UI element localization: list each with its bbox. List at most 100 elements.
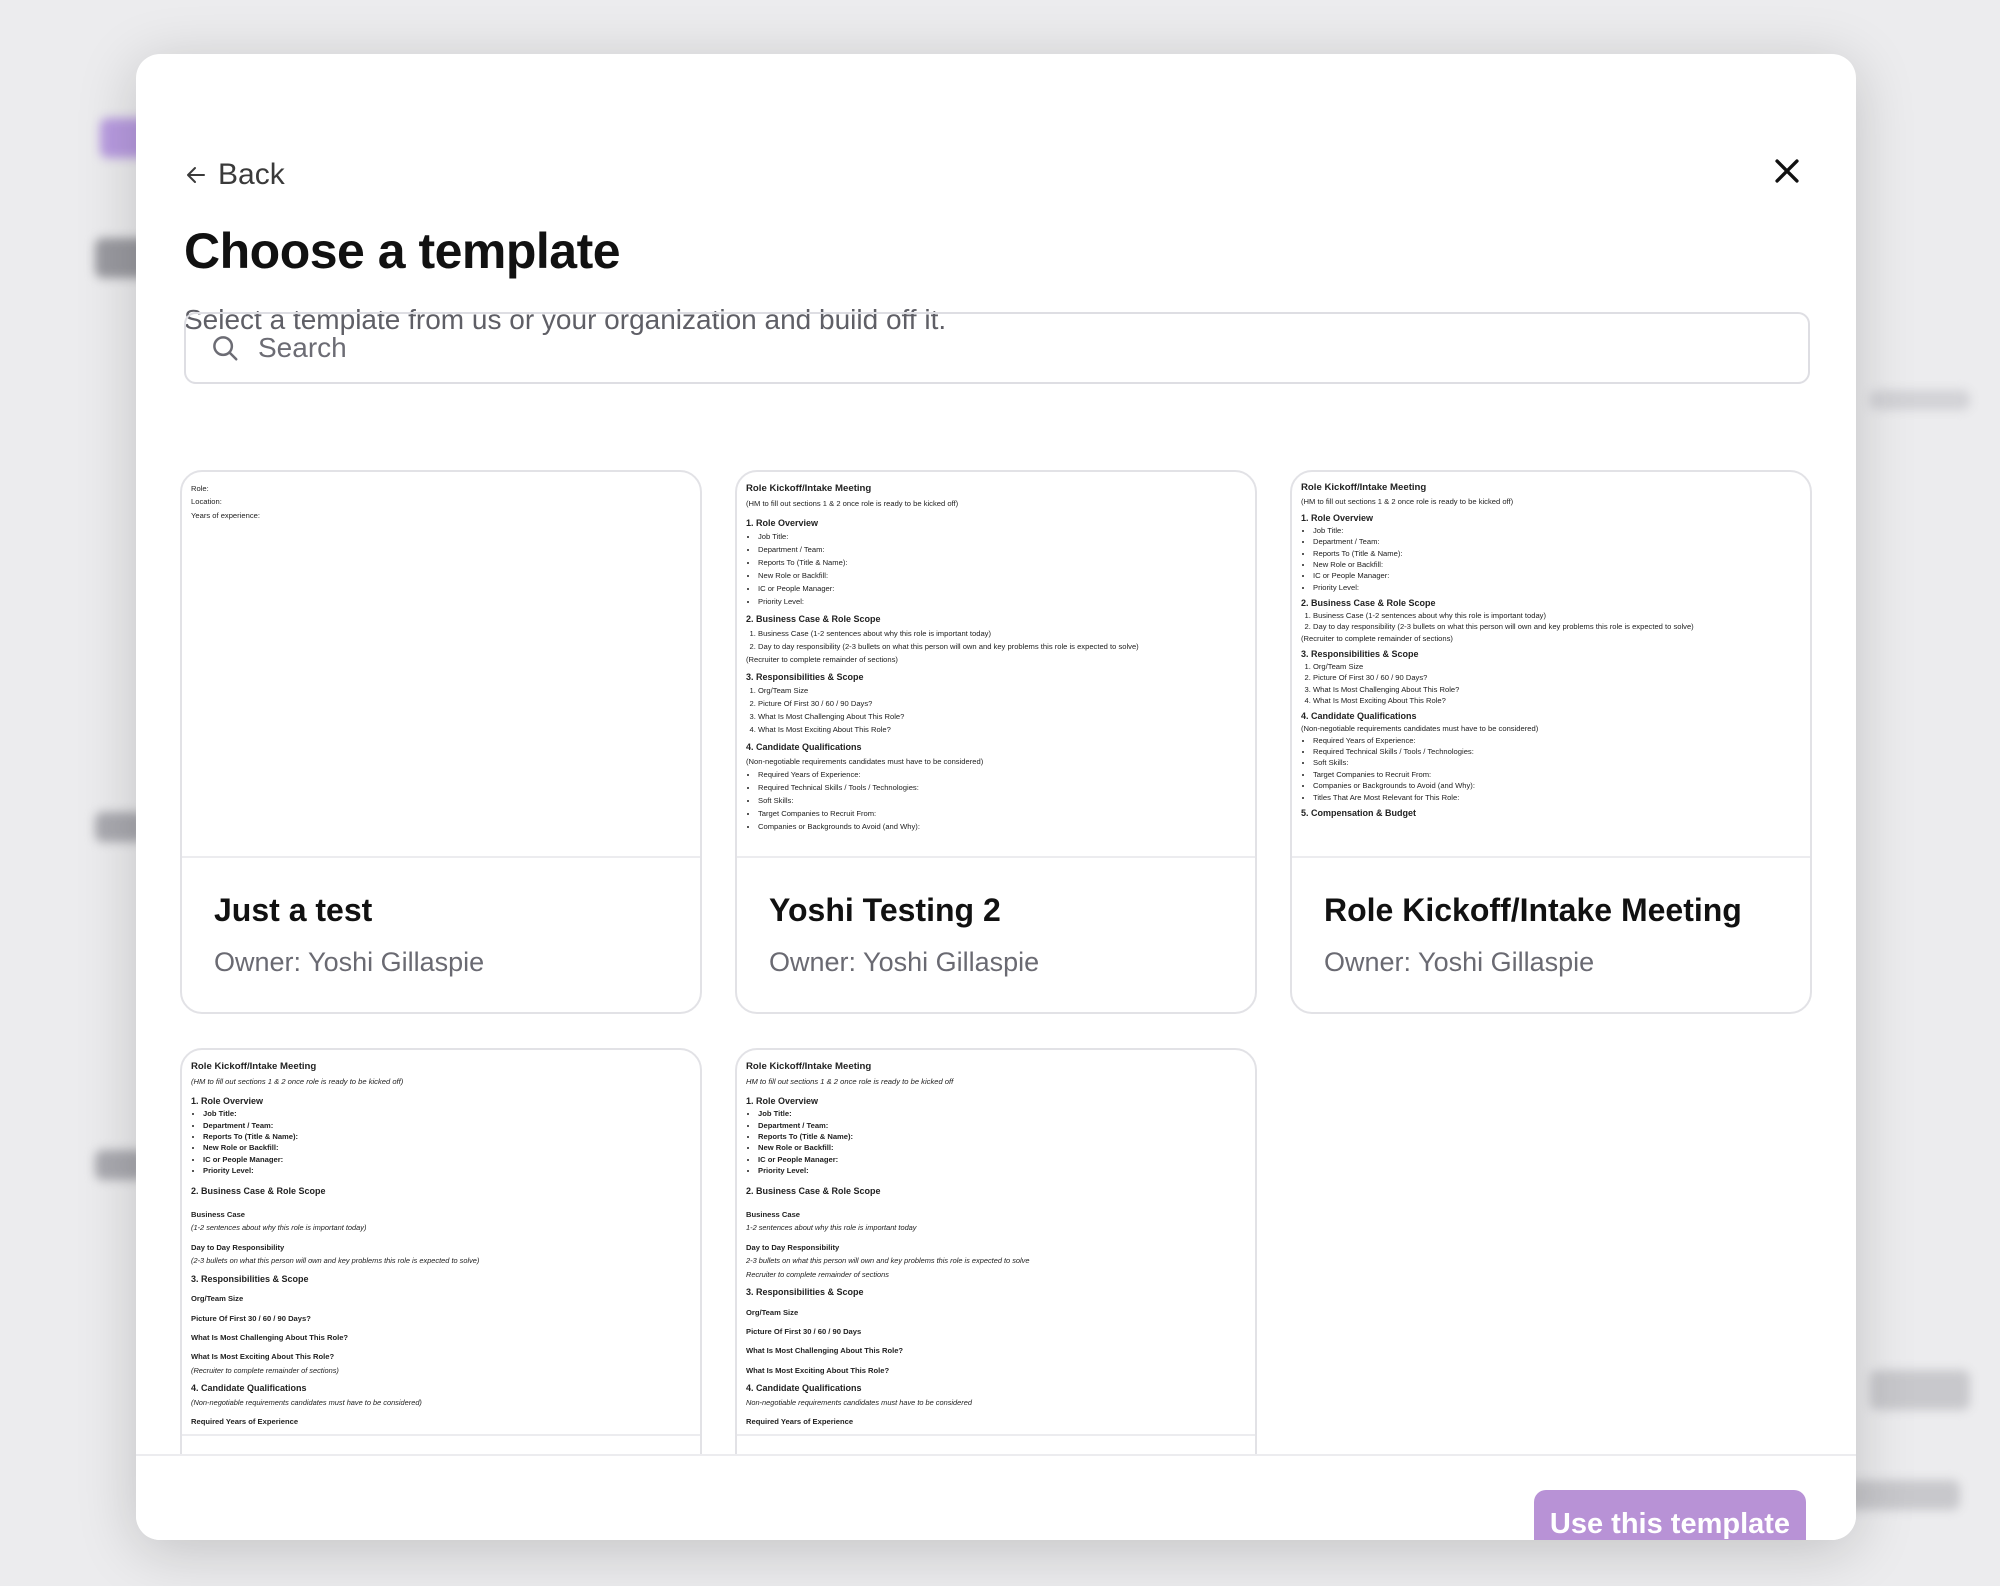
preview-item: Department / Team: xyxy=(1313,536,1801,547)
preview-field: Org/Team Size xyxy=(746,1307,799,1317)
preview-section: 2. Business Case & Role Scope xyxy=(746,1185,881,1196)
use-template-button[interactable]: Use this template xyxy=(1534,1490,1806,1540)
preview-field: What Is Most Challenging About This Role… xyxy=(191,1332,349,1342)
template-modal: Back Choose a template Select a template… xyxy=(136,54,1856,1540)
preview-section: 3. Responsibilities & Scope xyxy=(746,1287,864,1298)
preview-field: What Is Most Exciting About This Role? xyxy=(746,1365,890,1375)
template-card[interactable]: Role Kickoff/Intake Meeting (HM to fill … xyxy=(180,1048,702,1454)
preview-field: Business Case xyxy=(191,1210,246,1220)
preview-section: 4. Candidate Qualifications xyxy=(191,1383,307,1394)
preview-section: 2. Business Case & Role Scope xyxy=(191,1185,326,1196)
preview-item: Department / Team: xyxy=(758,543,1246,556)
preview-item: Org/Team Size xyxy=(1313,661,1801,672)
preview-field: Required Years of Experience xyxy=(746,1416,854,1426)
template-preview: Role Kickoff/Intake Meeting (HM to fill … xyxy=(182,1050,700,1436)
preview-section: 4. Candidate Qualifications xyxy=(1301,711,1417,722)
preview-note: Recruiter to complete remainder of secti… xyxy=(746,1269,889,1279)
preview-item: Department / Team: xyxy=(758,1120,1246,1131)
template-preview: Role Kickoff/Intake Meeting (HM to fill … xyxy=(1292,472,1810,858)
preview-item: What Is Most Challenging About This Role… xyxy=(758,710,1246,723)
preview-note: 2-3 bullets on what this person will own… xyxy=(746,1256,1030,1266)
card-title: Yoshi Testing 2 xyxy=(769,892,1001,928)
preview-item: Companies or Backgrounds to Avoid (and W… xyxy=(758,820,1246,833)
preview-item: Job Title: xyxy=(758,1108,1246,1119)
preview-item: Reports To (Title & Name): xyxy=(758,556,1246,569)
card-owner: Owner: Yoshi Gillaspie xyxy=(769,947,1040,977)
preview-note: Non-negotiable requirements candidates m… xyxy=(746,1397,972,1407)
preview-item: What Is Most Exciting About This Role? xyxy=(758,723,1246,736)
preview-line: Location: xyxy=(191,497,222,507)
preview-list: Org/Team Size Picture Of First 30 / 60 /… xyxy=(1301,661,1801,707)
preview-item: Titles That Are Most Relevant for This R… xyxy=(1313,792,1801,803)
preview-note: (Recruiter to complete remainder of sect… xyxy=(746,654,898,664)
template-card[interactable]: Role: Location: Years of experience: Jus… xyxy=(180,470,702,1014)
preview-item: Reports To (Title & Name): xyxy=(1313,548,1801,559)
preview-field: Picture Of First 30 / 60 / 90 Days? xyxy=(191,1313,311,1323)
preview-item: Picture Of First 30 / 60 / 90 Days? xyxy=(758,697,1246,710)
preview-item: Job Title: xyxy=(203,1108,691,1119)
preview-section: 4. Candidate Qualifications xyxy=(746,742,862,753)
background-text xyxy=(1870,1370,1970,1410)
preview-item: New Role or Backfill: xyxy=(758,569,1246,582)
preview-section: 1. Role Overview xyxy=(191,1095,264,1106)
preview-list: Required Years of Experience: Required T… xyxy=(1301,735,1801,803)
modal-footer: Use this template xyxy=(136,1454,1856,1540)
preview-item: IC or People Manager: xyxy=(758,1154,1246,1165)
preview-item: Day to day responsibility (2-3 bullets o… xyxy=(1313,621,1801,632)
search-input[interactable] xyxy=(258,332,1758,364)
preview-item: New Role or Backfill: xyxy=(203,1142,691,1153)
preview-section: 3. Responsibilities & Scope xyxy=(746,672,864,683)
close-icon[interactable] xyxy=(1770,154,1804,188)
preview-item: Companies or Backgrounds to Avoid (and W… xyxy=(1313,780,1801,791)
preview-item: Target Companies to Recruit From: xyxy=(1313,769,1801,780)
back-button[interactable]: Back xyxy=(184,158,285,192)
preview-item: Priority Level: xyxy=(758,595,1246,608)
template-card[interactable]: Role Kickoff/Intake Meeting HM to fill o… xyxy=(735,1048,1257,1454)
preview-heading: Role Kickoff/Intake Meeting xyxy=(191,1061,317,1072)
preview-item: Soft Skills: xyxy=(1313,757,1801,768)
preview-list: Required Years of Experience: Required T… xyxy=(746,768,1246,833)
preview-item: New Role or Backfill: xyxy=(1313,559,1801,570)
preview-item: Business Case (1-2 sentences about why t… xyxy=(758,627,1246,640)
preview-item: Required Technical Skills / Tools / Tech… xyxy=(758,781,1246,794)
preview-item: Reports To (Title & Name): xyxy=(758,1131,1246,1142)
background-text xyxy=(1870,390,1970,410)
preview-note: 1-2 sentences about why this role is imp… xyxy=(746,1223,917,1233)
preview-note: (Non-negotiable requirements candidates … xyxy=(1301,724,1539,734)
preview-note: (Non-negotiable requirements candidates … xyxy=(191,1397,422,1407)
preview-field: What Is Most Challenging About This Role… xyxy=(746,1346,904,1356)
search-field[interactable] xyxy=(184,312,1810,384)
preview-field: Required Years of Experience xyxy=(191,1416,299,1426)
preview-line: Role: xyxy=(191,484,209,493)
preview-list: Job Title: Department / Team: Reports To… xyxy=(746,530,1246,608)
preview-subheading: (HM to fill out sections 1 & 2 once role… xyxy=(746,499,959,509)
preview-item: Job Title: xyxy=(758,530,1246,543)
preview-section: 1. Role Overview xyxy=(746,1095,819,1106)
template-grid: Role: Location: Years of experience: Jus… xyxy=(136,414,1856,1454)
preview-field: Day to Day Responsibility xyxy=(746,1242,840,1252)
preview-section: 1. Role Overview xyxy=(1301,513,1374,524)
preview-item: Required Years of Experience: xyxy=(1313,735,1801,746)
card-title: Just a test xyxy=(214,892,373,928)
preview-item: IC or People Manager: xyxy=(1313,570,1801,581)
preview-item: IC or People Manager: xyxy=(758,582,1246,595)
preview-heading: Role Kickoff/Intake Meeting xyxy=(746,483,872,494)
preview-list: Job Title: Department / Team: Reports To… xyxy=(1301,525,1801,593)
preview-note: (1-2 sentences about why this role is im… xyxy=(191,1223,367,1233)
preview-field: Picture Of First 30 / 60 / 90 Days xyxy=(746,1326,862,1336)
preview-field: Business Case xyxy=(746,1210,801,1220)
preview-item: Required Years of Experience: xyxy=(758,768,1246,781)
template-preview: Role: Location: Years of experience: xyxy=(182,472,700,858)
preview-item: Target Companies to Recruit From: xyxy=(758,807,1246,820)
preview-item: What Is Most Exciting About This Role? xyxy=(1313,695,1801,706)
preview-item: Required Technical Skills / Tools / Tech… xyxy=(1313,746,1801,757)
preview-section: 2. Business Case & Role Scope xyxy=(746,614,881,625)
template-card[interactable]: Role Kickoff/Intake Meeting (HM to fill … xyxy=(1290,470,1812,1014)
preview-field: What Is Most Exciting About This Role? xyxy=(191,1352,335,1362)
preview-subheading: (HM to fill out sections 1 & 2 once role… xyxy=(1301,496,1514,506)
preview-heading: Role Kickoff/Intake Meeting xyxy=(1301,482,1427,493)
template-card[interactable]: Role Kickoff/Intake Meeting (HM to fill … xyxy=(735,470,1257,1014)
preview-subheading: HM to fill out sections 1 & 2 once role … xyxy=(746,1077,954,1087)
template-preview: Role Kickoff/Intake Meeting HM to fill o… xyxy=(737,1050,1255,1436)
preview-item: Soft Skills: xyxy=(758,794,1246,807)
